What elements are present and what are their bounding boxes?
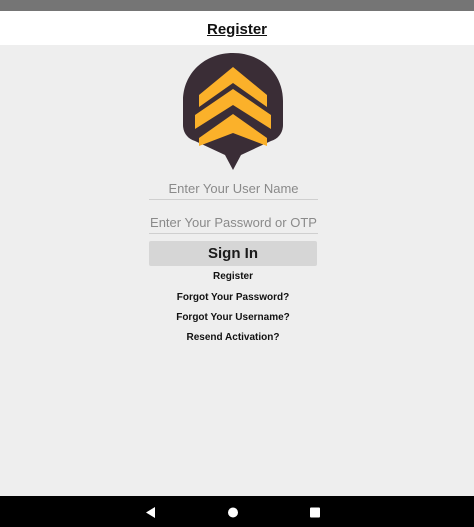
- username-input[interactable]: [149, 177, 318, 200]
- header-register-link[interactable]: Register: [207, 21, 267, 38]
- back-button[interactable]: [131, 496, 171, 527]
- app-logo-icon: [183, 53, 283, 170]
- top-bar: Register: [0, 11, 474, 45]
- register-link[interactable]: Register: [100, 271, 366, 282]
- resend-activation-link[interactable]: Resend Activation?: [100, 332, 366, 343]
- recents-square-icon: [310, 507, 320, 518]
- forgot-username-link[interactable]: Forgot Your Username?: [100, 312, 366, 323]
- system-nav-bar: [0, 496, 474, 527]
- recents-button[interactable]: [295, 496, 335, 527]
- back-triangle-icon: [146, 507, 155, 518]
- sign-in-button[interactable]: Sign In: [149, 241, 317, 266]
- home-circle-icon: [228, 507, 238, 518]
- password-input[interactable]: [149, 211, 318, 234]
- home-button[interactable]: [213, 496, 253, 527]
- login-content: Sign In Register Forgot Your Password? F…: [0, 45, 474, 496]
- forgot-password-link[interactable]: Forgot Your Password?: [100, 292, 366, 303]
- status-bar: [0, 0, 474, 11]
